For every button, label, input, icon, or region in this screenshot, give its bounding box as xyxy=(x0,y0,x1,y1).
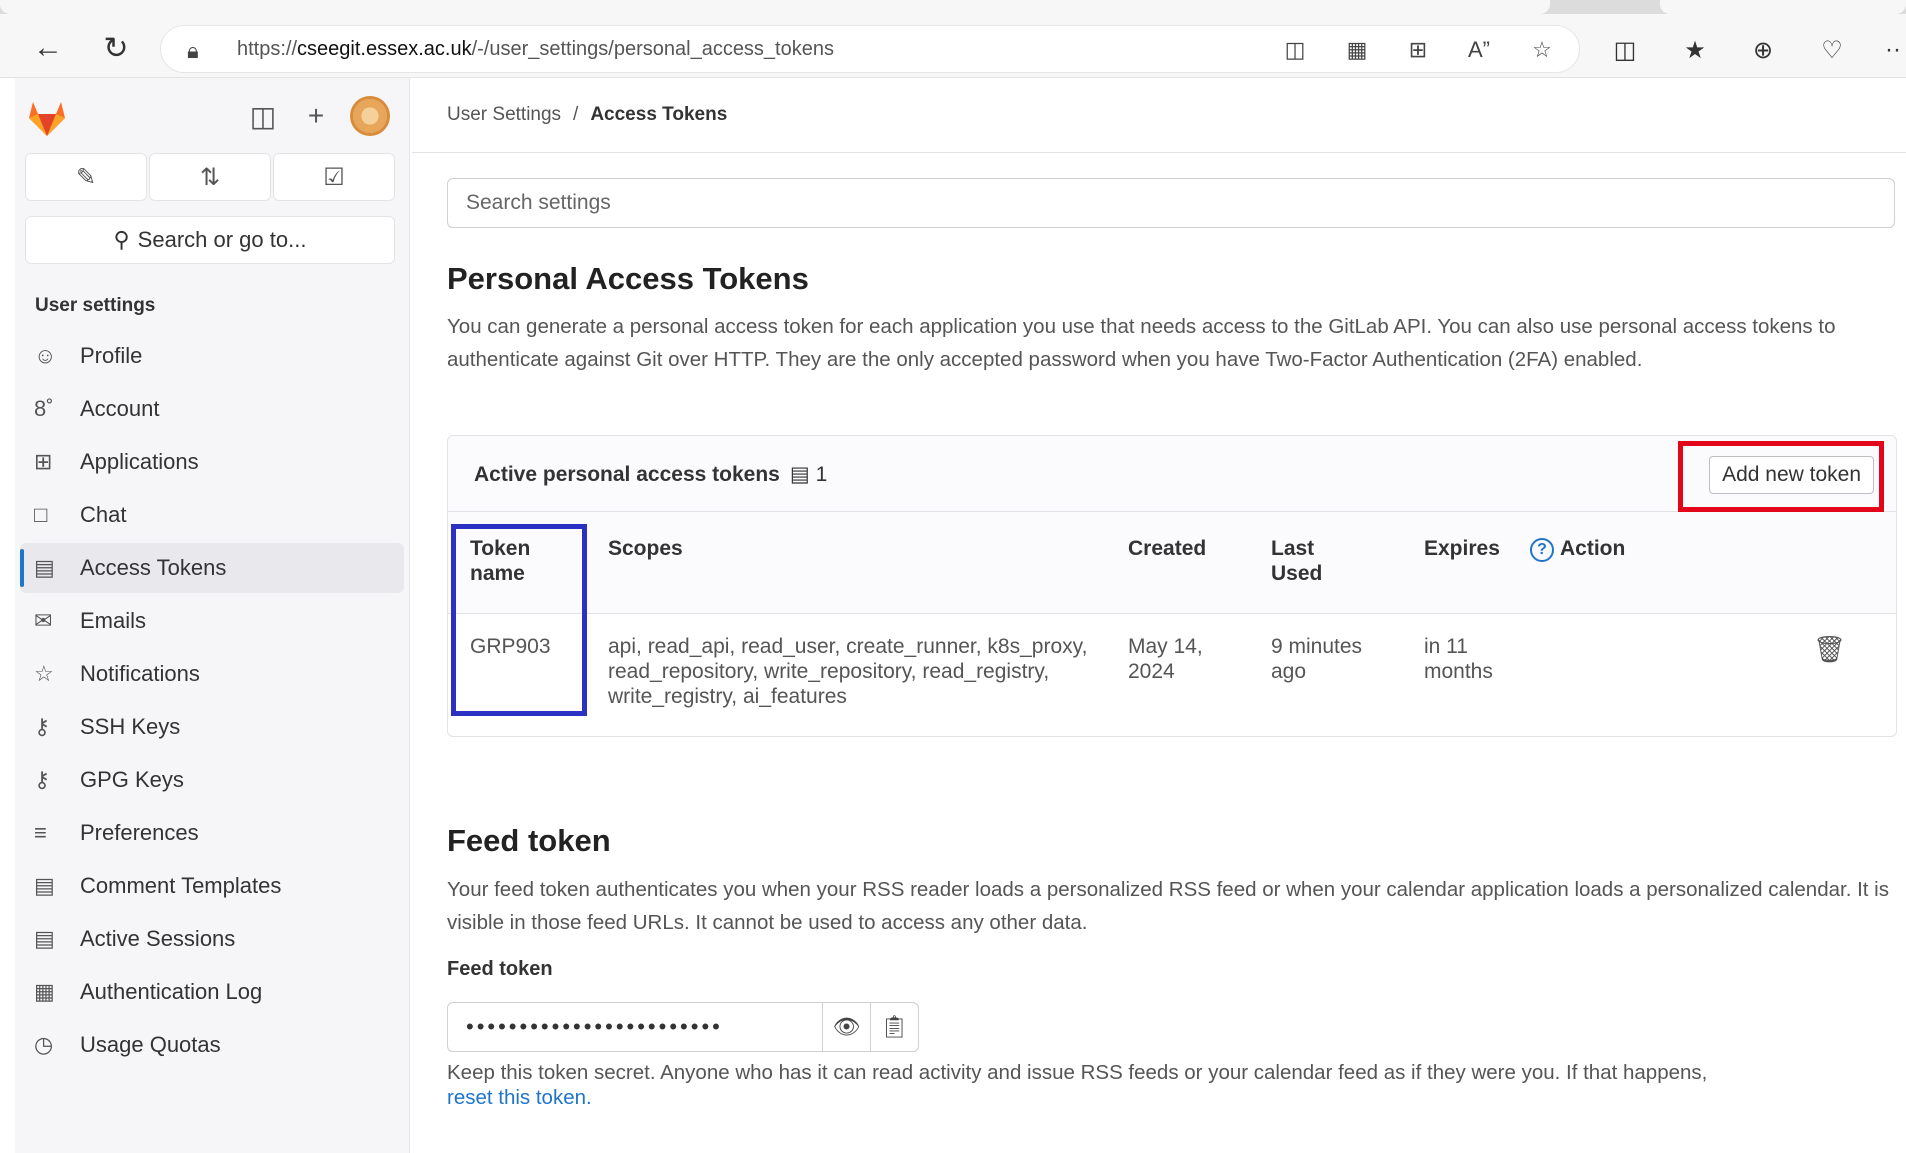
sidebar-item-profile[interactable]: ☺ Profile xyxy=(20,331,404,381)
sidebar-item-ssh-keys[interactable]: ⚷ SSH Keys xyxy=(20,702,404,752)
favorite-star-icon[interactable]: ☆ xyxy=(1525,33,1559,67)
search-icon: ⚲ xyxy=(113,227,130,252)
feed-token-label: Feed token xyxy=(447,958,553,980)
token-count: ▤ 1 xyxy=(789,462,828,487)
merge-requests-icon[interactable]: ⇅ xyxy=(149,153,271,201)
sidebar-item-emails[interactable]: ✉ Emails xyxy=(20,596,404,646)
gitlab-logo-icon[interactable] xyxy=(25,96,69,140)
sidebar-section-title: User settings xyxy=(35,295,156,316)
url-text: https://cseegit.essex.ac.uk/-/user_setti… xyxy=(237,38,834,60)
device-icon[interactable]: ◫ xyxy=(1278,33,1312,67)
token-scopes-cell: api, read_api, read_user, create_runner,… xyxy=(608,635,1088,708)
feed-token-field-group: •••••••••••••••••••••••• 👁︎ 📋︎ xyxy=(447,1002,919,1052)
comment-icon: ▤ xyxy=(34,873,55,898)
quota-icon: ◷ xyxy=(34,1032,54,1057)
feed-description: Your feed token authenticates you when y… xyxy=(447,878,1889,934)
copy-clipboard-icon[interactable]: 📋︎ xyxy=(871,1002,919,1052)
split-screen-icon[interactable]: ◫ xyxy=(1607,33,1643,67)
token-expires-cell: in 11 months xyxy=(1424,635,1493,683)
revoke-trash-icon[interactable]: 🗑︎ xyxy=(1813,634,1846,665)
reset-token-link[interactable]: reset this token. xyxy=(447,1085,1902,1110)
table-header: Token name Scopes Created Last Used ? Ex… xyxy=(448,512,1896,614)
read-aloud-icon[interactable]: A” xyxy=(1462,33,1496,67)
sidebar-item-gpg-keys[interactable]: ⚷ GPG Keys xyxy=(20,755,404,805)
card-title: Active personal access tokens ▤ 1 xyxy=(474,462,828,487)
sidebar-toggle-icon[interactable]: ◫ xyxy=(245,98,281,134)
key-icon: ⚷ xyxy=(34,767,51,792)
avatar[interactable] xyxy=(350,96,390,136)
column-action: Action xyxy=(1560,537,1626,560)
column-scopes: Scopes xyxy=(608,537,683,560)
apps-icon[interactable]: ⊞ xyxy=(1401,33,1435,67)
favorites-icon[interactable]: ★ xyxy=(1677,33,1713,67)
token-last-used-cell: 9 minutes ago xyxy=(1271,635,1363,683)
applications-icon: ⊞ xyxy=(34,449,53,474)
refresh-icon[interactable]: ↻ xyxy=(96,28,136,68)
sidebar-item-comment-templates[interactable]: ▤ Comment Templates xyxy=(20,861,404,911)
eye-icon[interactable]: 👁︎ xyxy=(823,1002,871,1052)
monitor-icon: ▤ xyxy=(34,926,55,951)
main-content: User Settings / Access Tokens Search set… xyxy=(412,78,1906,1153)
health-icon[interactable]: ♡ xyxy=(1814,33,1850,67)
highlight-blue-box xyxy=(451,524,587,716)
bell-icon: ☆ xyxy=(34,661,54,686)
account-icon: 8˚ xyxy=(34,396,54,421)
help-icon[interactable]: ? xyxy=(1530,538,1554,562)
column-created: Created xyxy=(1128,537,1207,560)
card-header: Active personal access tokens ▤ 1 Add ne… xyxy=(448,436,1896,512)
column-expires: Expires xyxy=(1424,537,1500,560)
log-icon: ▦ xyxy=(34,979,55,1004)
search-settings-input[interactable]: Search settings xyxy=(447,178,1895,228)
grid-icon[interactable]: ▦ xyxy=(1340,33,1374,67)
search-or-go-button[interactable]: ⚲ Search or go to... xyxy=(25,216,395,264)
sidebar-item-access-tokens[interactable]: ▤ Access Tokens xyxy=(20,543,404,593)
breadcrumb-parent-link[interactable]: User Settings xyxy=(447,104,561,126)
browser-toolbar: ← ↻ 🔒︎ https://cseegit.essex.ac.uk/-/use… xyxy=(0,0,1906,78)
token-created-cell: May 14, 2024 xyxy=(1128,635,1203,683)
create-new-icon[interactable]: + xyxy=(298,98,334,134)
feed-token-input[interactable]: •••••••••••••••••••••••• xyxy=(447,1002,823,1052)
header-divider xyxy=(412,152,1906,153)
sidebar-item-usage-quotas[interactable]: ◷ Usage Quotas xyxy=(20,1020,404,1070)
mail-icon: ✉ xyxy=(34,608,53,633)
feed-help-text: Keep this token secret. Anyone who has i… xyxy=(447,1060,1902,1110)
sidebar-item-chat[interactable]: □ Chat xyxy=(20,490,404,540)
tab-strip xyxy=(0,0,1906,14)
back-icon[interactable]: ← xyxy=(28,28,68,68)
highlight-red-box xyxy=(1678,441,1884,512)
sidebar-item-authentication-log[interactable]: ▦ Authentication Log xyxy=(20,967,404,1017)
profile-icon: ☺ xyxy=(34,343,57,368)
breadcrumb: User Settings / Access Tokens xyxy=(447,104,727,126)
pat-title: Personal Access Tokens xyxy=(447,261,809,296)
feed-title: Feed token xyxy=(447,823,611,858)
breadcrumb-current: Access Tokens xyxy=(590,104,728,125)
key-icon: ⚷ xyxy=(34,714,51,739)
left-sidebar: ◫ + ✎ ⇅ ☑ ⚲ Search or go to... User sett… xyxy=(15,78,410,1153)
preferences-icon: ≡ xyxy=(34,820,47,845)
todo-icon[interactable]: ☑ xyxy=(273,153,395,201)
sidebar-item-notifications[interactable]: ☆ Notifications xyxy=(20,649,404,699)
token-icon: ▤ xyxy=(34,555,55,580)
breadcrumb-separator: / xyxy=(573,104,579,125)
pat-description: You can generate a personal access token… xyxy=(447,315,1836,371)
issues-icon[interactable]: ✎ xyxy=(25,153,147,201)
table-row: GRP903 api, read_api, read_user, create_… xyxy=(448,614,1896,736)
sidebar-item-applications[interactable]: ⊞ Applications xyxy=(20,437,404,487)
token-icon: ▤ xyxy=(789,463,810,486)
column-last-used: Last Used xyxy=(1271,537,1323,585)
more-icon[interactable]: ·· xyxy=(1880,33,1906,67)
lock-icon: 🔒︎ xyxy=(187,38,199,63)
active-tokens-card: Active personal access tokens ▤ 1 Add ne… xyxy=(447,435,1897,737)
sidebar-item-preferences[interactable]: ≡ Preferences xyxy=(20,808,404,858)
sidebar-item-account[interactable]: 8˚ Account xyxy=(20,384,404,434)
sidebar-item-active-sessions[interactable]: ▤ Active Sessions xyxy=(20,914,404,964)
collections-icon[interactable]: ⊕ xyxy=(1745,33,1781,67)
chat-icon: □ xyxy=(34,502,48,527)
